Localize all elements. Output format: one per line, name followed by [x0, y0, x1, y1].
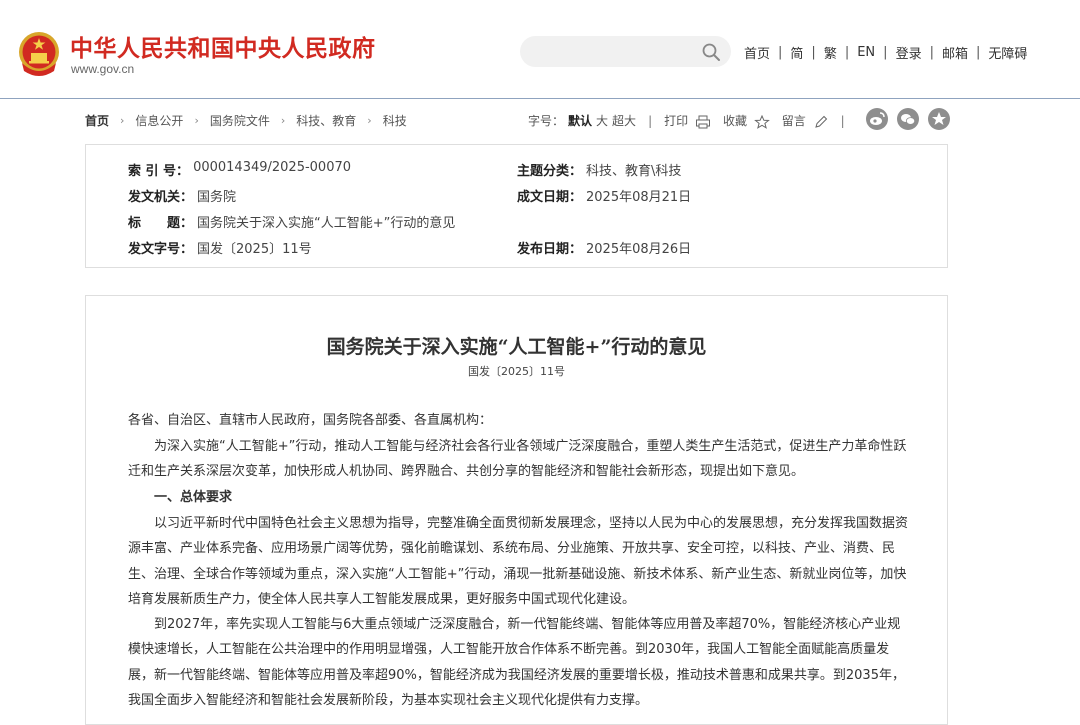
meta-date-written: 成文日期： 2025年08月21日 — [517, 186, 691, 205]
meta-docno-label: 发文字号： — [128, 242, 194, 257]
breadcrumb-sci[interactable]: 科技 — [383, 112, 407, 129]
breadcrumb-state-council-docs[interactable]: 国务院文件 — [210, 112, 270, 129]
meta-publish: 发布日期： 2025年08月26日 — [517, 238, 691, 257]
chevron-right-icon: › — [120, 114, 125, 127]
tools-separator: | — [648, 113, 653, 128]
chevron-right-icon: › — [367, 114, 372, 127]
site-url: www.gov.cn — [71, 62, 135, 76]
article-title: 国务院关于深入实施“人工智能+”行动的意见 — [326, 336, 707, 358]
document-metadata: 索 引 号： 000014349/2025-00070 主题分类： 科技、教育\… — [85, 144, 948, 268]
meta-title: 标 题： 国务院关于深入实施“人工智能+”行动的意见 — [128, 212, 455, 231]
star-outline-icon — [753, 114, 770, 129]
nav-separator: | — [929, 45, 934, 60]
nav-separator: | — [778, 45, 783, 60]
search-icon[interactable] — [701, 42, 721, 62]
breadcrumb-sci-edu[interactable]: 科技、教育 — [296, 112, 356, 129]
nav-simplified[interactable]: 简 — [790, 43, 803, 62]
nav-english[interactable]: EN — [857, 45, 875, 60]
font-size-xlarge[interactable]: 超大 — [612, 112, 636, 129]
top-nav: 首页 | 简 | 繁 | EN | 登录 | 邮箱 | 无障碍 — [744, 43, 1027, 62]
print-button[interactable]: 打印 — [664, 112, 711, 129]
article-intro: 为深入实施“人工智能+”行动，推动人工智能与经济社会各行业各领域广泛深度融合，重… — [128, 439, 907, 480]
article-doc-number: 国发〔2025〕11号 — [468, 365, 565, 378]
meta-index-label: 索 引 号： — [128, 164, 190, 179]
meta-title-value: 国务院关于深入实施“人工智能+”行动的意见 — [197, 216, 456, 231]
meta-topic-value: 科技、教育\科技 — [586, 164, 682, 179]
favorite-button[interactable]: 收藏 — [723, 112, 770, 129]
nav-separator: | — [811, 45, 816, 60]
site-title[interactable]: 中华人民共和国中央人民政府 — [70, 29, 376, 63]
nav-accessibility[interactable]: 无障碍 — [988, 43, 1027, 62]
nav-home[interactable]: 首页 — [744, 43, 770, 62]
article-body: 国务院关于深入实施“人工智能+”行动的意见 国发〔2025〕11号 各省、自治区… — [85, 295, 948, 725]
nav-separator: | — [883, 45, 888, 60]
weibo-icon[interactable] — [866, 108, 888, 130]
site-header: 中华人民共和国中央人民政府 www.gov.cn 首页 | 简 | 繁 | EN… — [0, 0, 1080, 99]
nav-separator: | — [975, 45, 981, 60]
chevron-right-icon: › — [194, 114, 199, 127]
meta-index: 索 引 号： 000014349/2025-00070 — [128, 160, 351, 179]
national-emblem-logo[interactable] — [18, 31, 60, 77]
meta-publish-value: 2025年08月26日 — [586, 242, 692, 257]
meta-docno: 发文字号： 国发〔2025〕11号 — [128, 238, 312, 257]
tools-separator: | — [840, 113, 845, 128]
meta-title-label: 标 题： — [128, 216, 194, 231]
breadcrumb-info-public[interactable]: 信息公开 — [135, 112, 183, 129]
font-size-large[interactable]: 大 — [596, 112, 608, 129]
article-paragraph: 到2027年，率先实现人工智能与6大重点领域广泛深度融合，新一代智能终端、智能体… — [128, 617, 905, 709]
nav-separator: | — [844, 45, 850, 60]
wechat-icon[interactable] — [897, 108, 919, 130]
meta-index-value: 000014349/2025-00070 — [193, 160, 352, 175]
breadcrumb: 首页 › 信息公开 › 国务院文件 › 科技、教育 › 科技 — [85, 112, 407, 129]
meta-publish-label: 发布日期： — [517, 242, 583, 257]
meta-issuer-label: 发文机关： — [128, 190, 194, 205]
star-app-icon[interactable] — [928, 108, 950, 130]
section-heading: 一、总体要求 — [154, 490, 233, 505]
printer-icon — [695, 115, 710, 128]
meta-issuer: 发文机关： 国务院 — [128, 186, 236, 205]
meta-date-written-label: 成文日期： — [517, 190, 583, 205]
chevron-right-icon: › — [280, 114, 286, 127]
meta-date-written-value: 2025年08月21日 — [586, 190, 692, 205]
article-paragraph: 以习近平新时代中国特色社会主义思想为指导，完整准确全面贯彻新发展理念，坚持以人民… — [128, 516, 909, 608]
favorite-label: 收藏 — [722, 114, 747, 128]
pencil-icon — [814, 115, 827, 128]
nav-traditional[interactable]: 繁 — [824, 43, 837, 62]
meta-topic: 主题分类： 科技、教育\科技 — [517, 160, 681, 179]
nav-mail[interactable]: 邮箱 — [942, 43, 968, 62]
meta-docno-value: 国发〔2025〕11号 — [197, 242, 312, 257]
breadcrumb-home[interactable]: 首页 — [85, 112, 109, 129]
meta-issuer-value: 国务院 — [197, 190, 237, 205]
meta-topic-label: 主题分类： — [517, 164, 583, 179]
print-label: 打印 — [664, 114, 689, 128]
comment-label: 留言 — [781, 114, 806, 128]
article-tools: 字号： 默认 大 超大 | 打印 收藏 留言 | — [528, 112, 857, 129]
nav-login[interactable]: 登录 — [896, 43, 922, 62]
search-input[interactable] — [520, 36, 731, 67]
comment-button[interactable]: 留言 — [782, 112, 829, 129]
font-size-default[interactable]: 默认 — [568, 112, 592, 129]
article-salutation: 各省、自治区、直辖市人民政府，国务院各部委、各直属机构： — [128, 413, 493, 428]
font-size-label: 字号： — [528, 114, 565, 128]
